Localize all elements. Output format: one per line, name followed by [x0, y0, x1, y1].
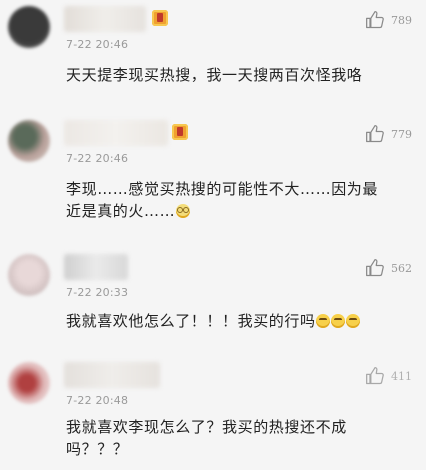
glasses-face-emoji-icon	[175, 204, 190, 218]
member-badge-icon	[172, 124, 188, 140]
username-blurred[interactable]	[64, 120, 168, 146]
thumbs-up-icon	[366, 259, 384, 277]
avatar[interactable]	[8, 362, 50, 404]
comment-text-line: 吗？？？	[66, 440, 129, 458]
comment-time: 7-22 20:46	[66, 152, 129, 165]
like-button[interactable]: 779	[365, 124, 412, 144]
avatar[interactable]	[8, 254, 50, 296]
grinning-emoji-icon	[316, 314, 331, 328]
like-button[interactable]: 562	[365, 258, 412, 278]
like-count: 562	[391, 261, 412, 275]
comment-text-line: 我就喜欢李现怎么了？我买的热搜还不成	[66, 418, 347, 436]
comment-text: 我就喜欢李现怎么了？我买的热搜还不成 吗？？？	[66, 416, 406, 460]
comment-item: 7-22 20:48 411 我就喜欢李现怎么了？我买的热搜还不成 吗？？？	[0, 362, 426, 470]
avatar[interactable]	[8, 120, 50, 162]
like-button[interactable]: 411	[365, 366, 412, 386]
avatar[interactable]	[8, 6, 50, 48]
comment-text: 李现……感觉买热搜的可能性不大……因为最 近是真的火……	[66, 178, 406, 222]
comment-text-fragment: 我就喜欢他怎么了！！！我买的行吗	[66, 312, 316, 330]
grinning-emoji-icon	[331, 314, 346, 328]
comment-text-line: 李现……感觉买热搜的可能性不大……因为最	[66, 180, 379, 198]
comment-time: 7-22 20:46	[66, 38, 129, 51]
thumbs-up-icon	[366, 125, 384, 143]
comment-text: 天天提李现买热搜，我一天搜两百次怪我咯	[66, 66, 363, 84]
comment-text-line: 近是真的火……	[66, 200, 406, 222]
like-count: 779	[391, 127, 412, 141]
comment-item: 7-22 20:33 562 我就喜欢他怎么了！！！我买的行吗	[0, 254, 426, 334]
like-count: 789	[391, 13, 412, 27]
comment-item: 7-22 20:46 789 天天提李现买热搜，我一天搜两百次怪我咯	[0, 6, 426, 84]
comment-time: 7-22 20:33	[66, 286, 129, 299]
thumbs-up-icon	[366, 367, 384, 385]
username-blurred[interactable]	[64, 254, 128, 280]
comment-text-fragment: 近是真的火……	[66, 202, 176, 220]
comment-text: 我就喜欢他怎么了！！！我买的行吗	[66, 310, 406, 332]
username-blurred[interactable]	[64, 6, 146, 32]
grinning-emoji-icon	[346, 314, 361, 328]
comment-time: 7-22 20:48	[66, 394, 129, 407]
thumbs-up-icon	[366, 11, 384, 29]
comment-item: 7-22 20:46 779 李现……感觉买热搜的可能性不大……因为最 近是真的…	[0, 120, 426, 240]
username-blurred[interactable]	[64, 362, 160, 388]
like-count: 411	[391, 369, 412, 383]
like-button[interactable]: 789	[365, 10, 412, 30]
member-badge-icon	[152, 10, 168, 26]
